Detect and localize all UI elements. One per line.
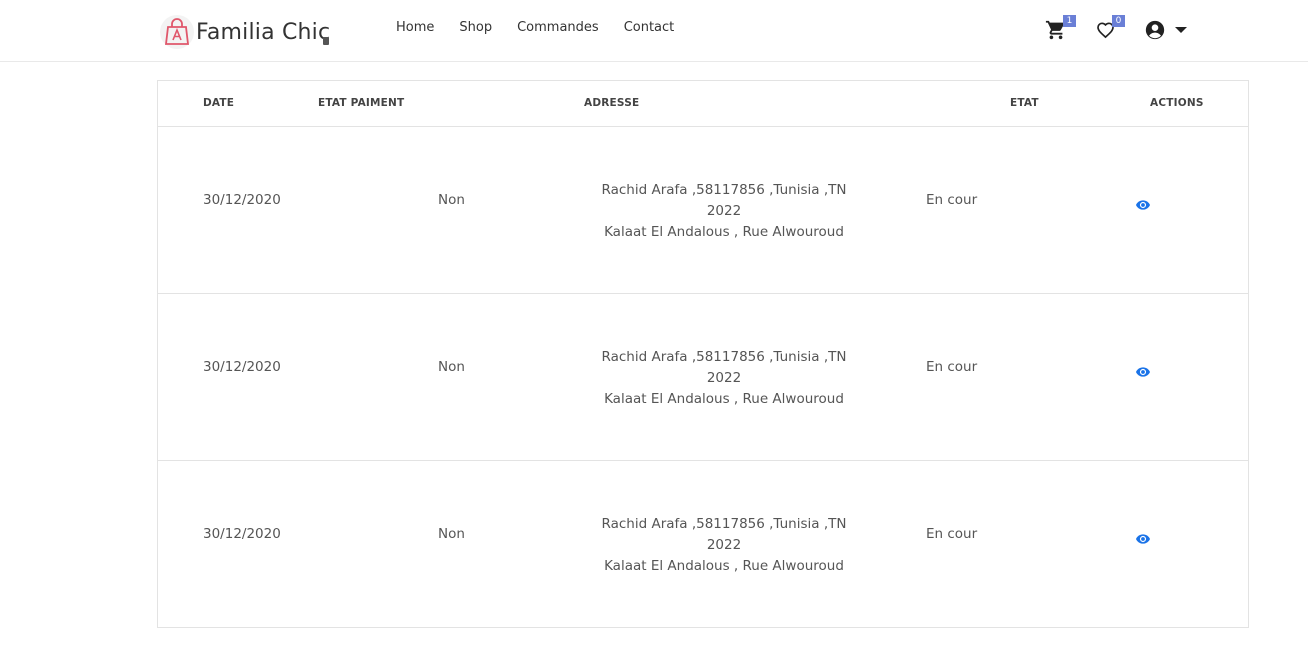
adresse-line1: Rachid Arafa ,58117856 ,Tunisia ,TN 2022: [601, 349, 847, 386]
cell-etat: En cour: [926, 359, 978, 375]
cell-paiment: Non: [438, 359, 465, 375]
adresse-line2: Kalaat El Andalous , Rue Alwouroud: [604, 391, 844, 407]
header-etat-paiment: ETAT PAIMENT: [318, 97, 405, 109]
orders-table: DATE ETAT PAIMENT ADRESSE ETAT ACTIONS 3…: [157, 80, 1249, 628]
view-order-button[interactable]: [1136, 362, 1150, 381]
cell-adresse: Rachid Arafa ,58117856 ,Tunisia ,TN 2022…: [584, 514, 864, 577]
main-nav: Home Shop Commandes Contact: [396, 20, 699, 35]
table-row: 30/12/2020 Non Rachid Arafa ,58117856 ,T…: [158, 127, 1248, 294]
table-row: 30/12/2020 Non Rachid Arafa ,58117856 ,T…: [158, 294, 1248, 461]
cell-etat: En cour: [926, 192, 978, 208]
cell-adresse: Rachid Arafa ,58117856 ,Tunisia ,TN 2022…: [584, 347, 864, 410]
wishlist-count-badge: 0: [1112, 15, 1125, 27]
nav-home[interactable]: Home: [396, 20, 434, 35]
logo-bag-icon: [160, 15, 194, 49]
view-order-button[interactable]: [1136, 529, 1150, 548]
header-etat: ETAT: [1010, 97, 1039, 109]
eye-icon: [1136, 534, 1150, 544]
cell-date: 30/12/2020: [203, 192, 281, 208]
adresse-line1: Rachid Arafa ,58117856 ,Tunisia ,TN 2022: [601, 182, 847, 219]
brand-name: Familia Chic: [196, 19, 331, 45]
nav-shop[interactable]: Shop: [459, 20, 492, 35]
cell-paiment: Non: [438, 192, 465, 208]
view-order-button[interactable]: [1136, 195, 1150, 214]
logo-tag-icon: [323, 37, 329, 45]
cell-date: 30/12/2020: [203, 526, 281, 542]
user-circle-icon: [1145, 20, 1165, 40]
cell-adresse: Rachid Arafa ,58117856 ,Tunisia ,TN 2022…: [584, 180, 864, 243]
caret-down-icon: [1175, 27, 1187, 33]
header-date: DATE: [203, 97, 235, 109]
header-actions: ACTIONS: [1150, 97, 1204, 109]
table-header: DATE ETAT PAIMENT ADRESSE ETAT ACTIONS: [158, 81, 1248, 127]
cell-paiment: Non: [438, 526, 465, 542]
adresse-line2: Kalaat El Andalous , Rue Alwouroud: [604, 558, 844, 574]
brand-logo[interactable]: Familia Chic: [160, 12, 330, 52]
eye-icon: [1136, 200, 1150, 210]
header-adresse: ADRESSE: [584, 97, 640, 109]
nav-commandes[interactable]: Commandes: [517, 20, 599, 35]
cart-button[interactable]: 1: [1045, 15, 1076, 45]
cart-count-badge: 1: [1063, 15, 1076, 27]
wishlist-button[interactable]: 0: [1095, 15, 1125, 44]
adresse-line1: Rachid Arafa ,58117856 ,Tunisia ,TN 2022: [601, 516, 847, 553]
table-row: 30/12/2020 Non Rachid Arafa ,58117856 ,T…: [158, 461, 1248, 627]
nav-contact[interactable]: Contact: [624, 20, 675, 35]
cell-etat: En cour: [926, 526, 978, 542]
navbar: Familia Chic Home Shop Commandes Contact…: [0, 0, 1308, 62]
adresse-line2: Kalaat El Andalous , Rue Alwouroud: [604, 224, 844, 240]
account-menu[interactable]: [1144, 19, 1187, 45]
cell-date: 30/12/2020: [203, 359, 281, 375]
eye-icon: [1136, 367, 1150, 377]
